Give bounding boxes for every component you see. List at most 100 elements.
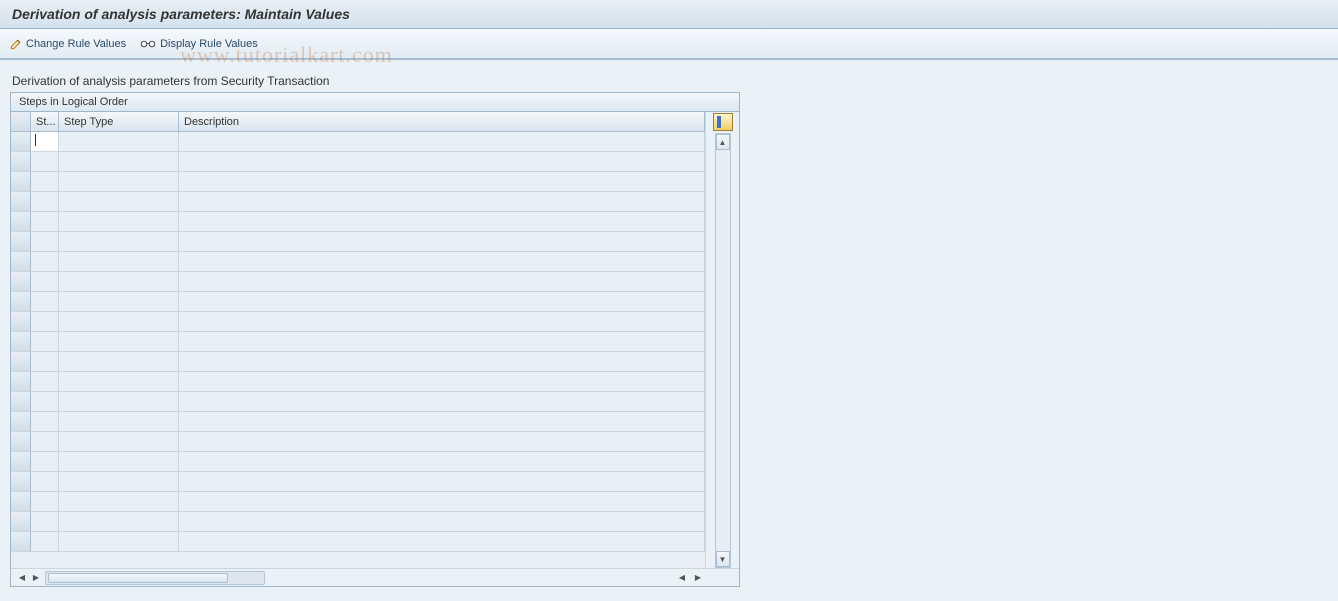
- cell-st[interactable]: [31, 512, 59, 531]
- horizontal-scroll-thumb[interactable]: [48, 573, 228, 583]
- cell-st[interactable]: [31, 172, 59, 191]
- table-row[interactable]: [11, 392, 705, 412]
- cell-step-type[interactable]: [59, 472, 179, 491]
- scroll-down-button[interactable]: ▼: [716, 551, 730, 567]
- column-header-selector[interactable]: [11, 112, 31, 131]
- cell-step-type[interactable]: [59, 452, 179, 471]
- row-selector[interactable]: [11, 392, 31, 411]
- cell-step-type[interactable]: [59, 192, 179, 211]
- cell-description[interactable]: [179, 152, 705, 171]
- row-selector[interactable]: [11, 432, 31, 451]
- table-row[interactable]: [11, 352, 705, 372]
- column-header-st[interactable]: St...: [31, 112, 59, 131]
- cell-st[interactable]: [31, 452, 59, 471]
- cell-description[interactable]: [179, 252, 705, 271]
- table-row[interactable]: [11, 132, 705, 152]
- table-row[interactable]: [11, 172, 705, 192]
- cell-description[interactable]: [179, 412, 705, 431]
- cell-step-type[interactable]: [59, 352, 179, 371]
- cell-st[interactable]: [31, 192, 59, 211]
- cell-st[interactable]: [31, 312, 59, 331]
- table-row[interactable]: [11, 332, 705, 352]
- cell-description[interactable]: [179, 452, 705, 471]
- cell-st[interactable]: [31, 232, 59, 251]
- row-selector[interactable]: [11, 252, 31, 271]
- table-row[interactable]: [11, 472, 705, 492]
- cell-st[interactable]: [31, 352, 59, 371]
- table-row[interactable]: [11, 492, 705, 512]
- row-selector[interactable]: [11, 152, 31, 171]
- table-row[interactable]: [11, 292, 705, 312]
- scroll-left-button[interactable]: ▶: [29, 571, 43, 585]
- configure-columns-icon[interactable]: [713, 113, 733, 131]
- cell-st[interactable]: [31, 492, 59, 511]
- change-rule-values-button[interactable]: Change Rule Values: [10, 38, 126, 50]
- table-row[interactable]: [11, 192, 705, 212]
- cell-description[interactable]: [179, 272, 705, 291]
- cell-st[interactable]: [31, 472, 59, 491]
- cell-description[interactable]: [179, 132, 705, 151]
- cell-st[interactable]: [31, 432, 59, 451]
- table-row[interactable]: [11, 212, 705, 232]
- cell-st[interactable]: [31, 292, 59, 311]
- table-row[interactable]: [11, 372, 705, 392]
- cell-st[interactable]: [31, 132, 59, 151]
- table-row[interactable]: [11, 412, 705, 432]
- cell-description[interactable]: [179, 292, 705, 311]
- row-selector[interactable]: [11, 452, 31, 471]
- row-selector[interactable]: [11, 312, 31, 331]
- row-selector[interactable]: [11, 532, 31, 551]
- cell-step-type[interactable]: [59, 512, 179, 531]
- table-row[interactable]: [11, 512, 705, 532]
- table-row[interactable]: [11, 252, 705, 272]
- row-selector[interactable]: [11, 492, 31, 511]
- table-row[interactable]: [11, 532, 705, 552]
- row-selector[interactable]: [11, 352, 31, 371]
- cell-step-type[interactable]: [59, 172, 179, 191]
- cell-step-type[interactable]: [59, 492, 179, 511]
- row-selector[interactable]: [11, 292, 31, 311]
- cell-description[interactable]: [179, 432, 705, 451]
- row-selector[interactable]: [11, 232, 31, 251]
- row-selector[interactable]: [11, 132, 31, 151]
- cell-description[interactable]: [179, 472, 705, 491]
- row-selector[interactable]: [11, 272, 31, 291]
- column-header-step-type[interactable]: Step Type: [59, 112, 179, 131]
- row-selector[interactable]: [11, 412, 31, 431]
- row-selector[interactable]: [11, 472, 31, 491]
- cell-step-type[interactable]: [59, 532, 179, 551]
- cell-step-type[interactable]: [59, 332, 179, 351]
- cell-st[interactable]: [31, 392, 59, 411]
- column-header-description[interactable]: Description: [179, 112, 705, 131]
- cell-step-type[interactable]: [59, 392, 179, 411]
- cell-description[interactable]: [179, 532, 705, 551]
- scroll-right-end-button[interactable]: ▶: [691, 571, 705, 585]
- cell-description[interactable]: [179, 512, 705, 531]
- cell-description[interactable]: [179, 212, 705, 231]
- row-selector[interactable]: [11, 212, 31, 231]
- display-rule-values-button[interactable]: Display Rule Values: [140, 38, 258, 50]
- cell-st[interactable]: [31, 252, 59, 271]
- cell-step-type[interactable]: [59, 412, 179, 431]
- cell-step-type[interactable]: [59, 272, 179, 291]
- scroll-right-button[interactable]: ◀: [675, 571, 689, 585]
- cell-description[interactable]: [179, 312, 705, 331]
- cell-st[interactable]: [31, 372, 59, 391]
- table-row[interactable]: [11, 432, 705, 452]
- cell-st[interactable]: [31, 272, 59, 291]
- cell-step-type[interactable]: [59, 232, 179, 251]
- cell-description[interactable]: [179, 332, 705, 351]
- cell-step-type[interactable]: [59, 212, 179, 231]
- table-row[interactable]: [11, 272, 705, 292]
- row-selector[interactable]: [11, 512, 31, 531]
- cell-st[interactable]: [31, 532, 59, 551]
- table-row[interactable]: [11, 152, 705, 172]
- cell-description[interactable]: [179, 392, 705, 411]
- row-selector[interactable]: [11, 192, 31, 211]
- vertical-scroll-track[interactable]: [716, 150, 730, 551]
- horizontal-scroll-track[interactable]: [45, 571, 265, 585]
- row-selector[interactable]: [11, 172, 31, 191]
- table-row[interactable]: [11, 312, 705, 332]
- cell-st[interactable]: [31, 212, 59, 231]
- scroll-left-start-button[interactable]: ◀: [15, 571, 29, 585]
